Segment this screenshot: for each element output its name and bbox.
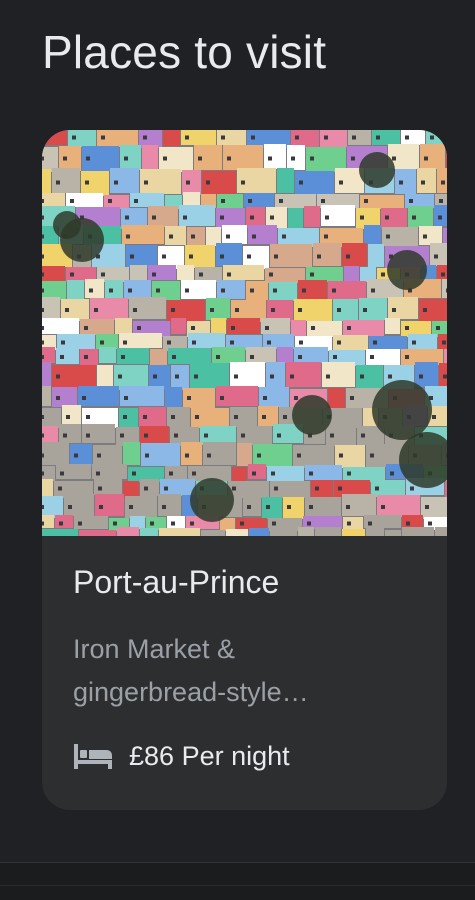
price-text: £86 Per night [129, 741, 290, 772]
place-description-line-1: Iron Market & [73, 634, 236, 664]
bed-icon [74, 744, 112, 769]
price-value: £86 [129, 740, 175, 771]
place-name: Port-au-Prince [73, 564, 280, 600]
place-description: Iron Market & gingerbread-style… [73, 628, 373, 714]
price-row: £86 Per night [73, 736, 290, 776]
bottom-divider [0, 885, 475, 886]
price-unit: Per night [181, 740, 290, 771]
place-description-line-2: gingerbread-style… [73, 677, 309, 707]
places-to-visit-screen: Places to visit Port-au-Prince Iron Mark… [0, 0, 475, 900]
destination-photo[interactable] [42, 130, 447, 536]
bottom-bar [0, 862, 475, 900]
section-title: Places to visit [42, 26, 327, 78]
destination-card[interactable]: Port-au-Prince Iron Market & gingerbread… [42, 130, 447, 810]
